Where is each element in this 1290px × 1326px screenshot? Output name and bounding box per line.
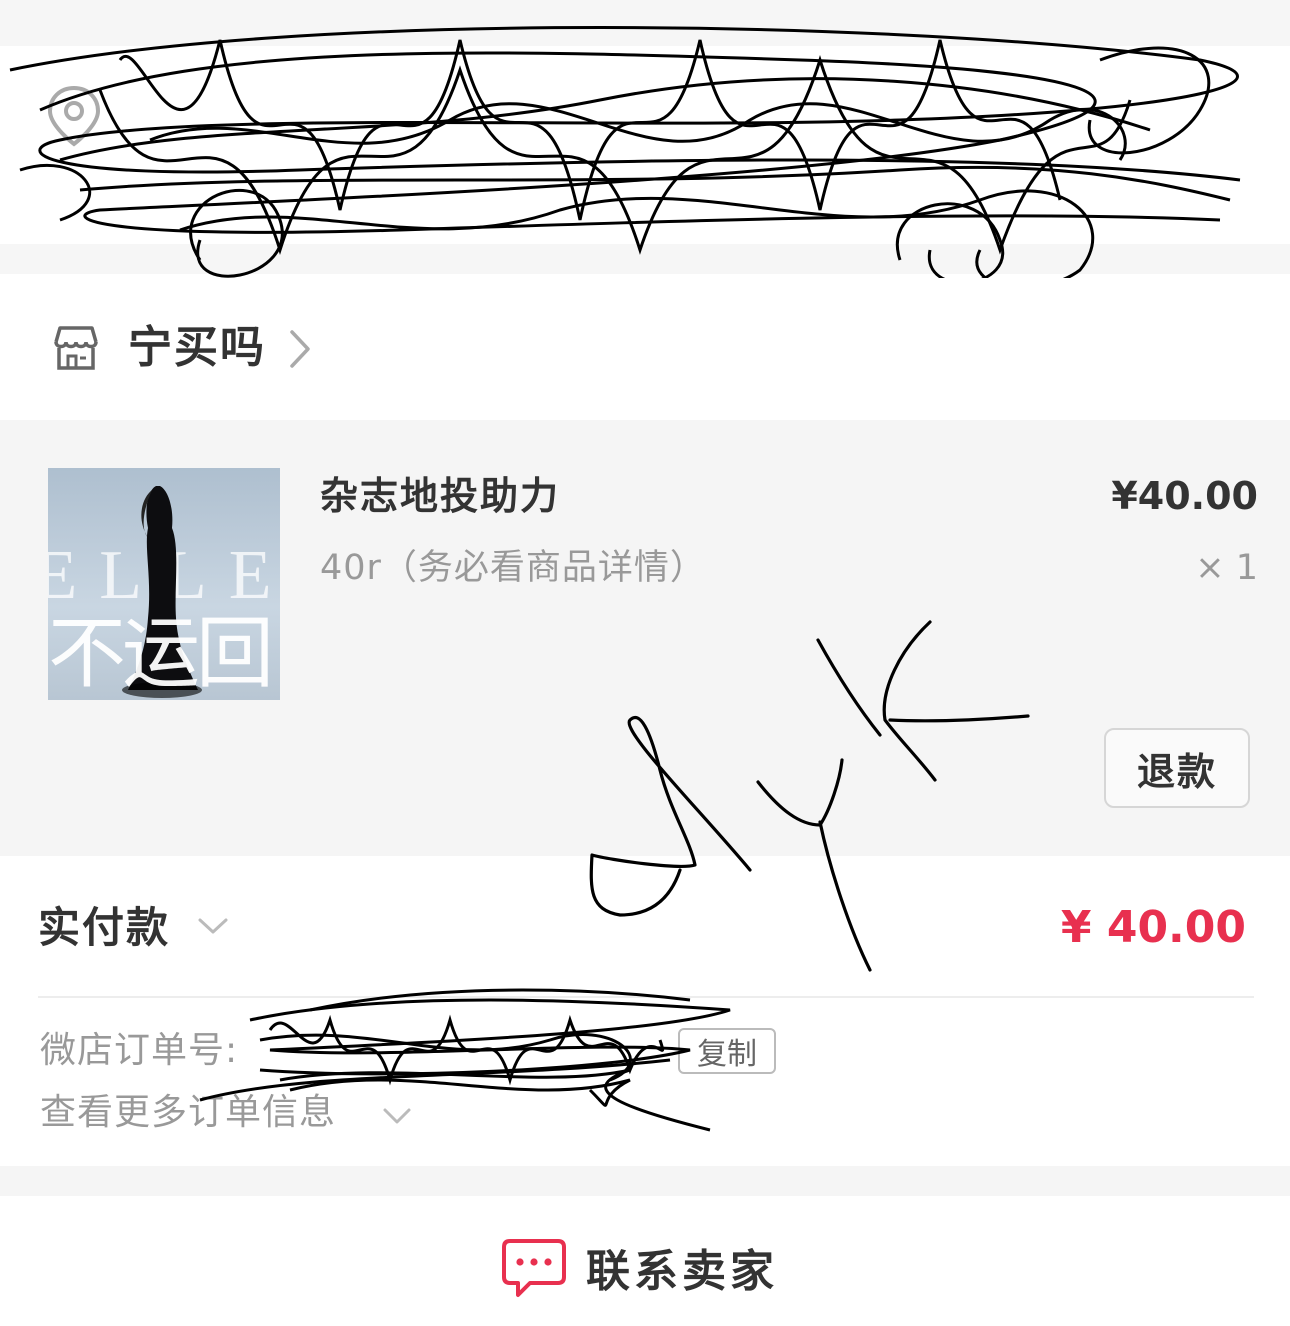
copy-button[interactable]: 复制: [678, 1028, 776, 1074]
refund-button[interactable]: 退款: [1104, 728, 1250, 808]
goods-spec: 40r（务必看商品详情）: [320, 548, 706, 588]
shop-name[interactable]: 宁买吗: [128, 318, 266, 378]
chevron-right-icon[interactable]: [286, 328, 314, 370]
goods-thumbnail[interactable]: ELLE 不运回: [48, 468, 280, 700]
bottom-band: [0, 244, 1290, 274]
contact-seller-button[interactable]: 联系卖家: [500, 1232, 778, 1302]
goods-title[interactable]: 杂志地投助力: [320, 472, 560, 520]
shop-icon: [54, 326, 98, 370]
goods-quantity: × 1: [1195, 548, 1258, 588]
chat-icon: [502, 1239, 566, 1297]
contact-seller-label[interactable]: 联系卖家: [586, 1235, 778, 1299]
order-info: 微店订单号: 复制 查看更多订单信息: [0, 998, 1290, 1166]
goods-price: ¥40.00: [1111, 474, 1258, 518]
payment-amount: ¥ 40.00: [1060, 902, 1246, 953]
location-icon: [47, 85, 101, 147]
section-gap: [0, 1166, 1290, 1196]
chevron-down-icon[interactable]: [196, 914, 230, 938]
chevron-down-icon[interactable]: [382, 1106, 412, 1126]
top-band: [0, 0, 1290, 46]
shop-row[interactable]: 宁买吗: [0, 278, 1290, 420]
order-number-label: 微店订单号:: [40, 1030, 239, 1071]
address-card[interactable]: [0, 0, 1290, 274]
goods-card[interactable]: ELLE 不运回 杂志地投助力 40r（务必看商品详情） ¥40.00 × 1 …: [0, 420, 1290, 856]
payment-label: 实付款: [38, 903, 171, 952]
bottom-action-bar: 联系卖家: [0, 1196, 1290, 1326]
more-order-info-link[interactable]: 查看更多订单信息: [40, 1090, 336, 1136]
payment-row[interactable]: 实付款 ¥ 40.00: [0, 856, 1290, 996]
cover-overlay-text: 不运回: [48, 610, 270, 697]
magazine-cover-image: ELLE 不运回: [48, 468, 280, 700]
